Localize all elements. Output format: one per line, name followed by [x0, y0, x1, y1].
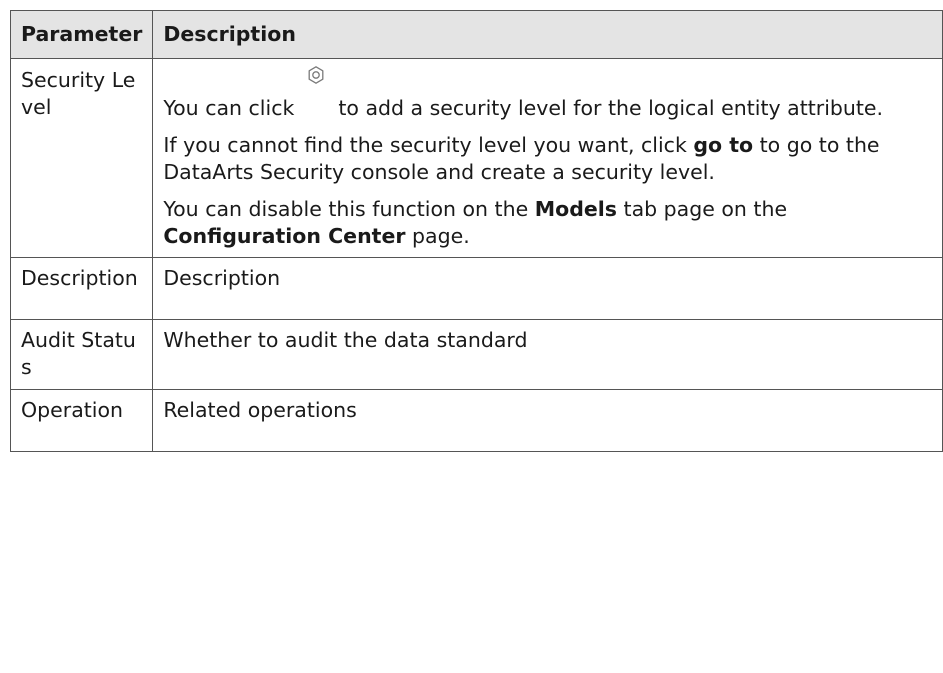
table-row: Security Level You can click to add a sec…: [9, 58, 943, 258]
param-security-level: Security Level: [9, 58, 154, 258]
desc-paragraph: You can disable this function on the Mod…: [163, 196, 932, 250]
gear-icon: [294, 66, 338, 115]
desc-text: If you cannot find the security level yo…: [163, 133, 694, 157]
table-row: Audit Status Whether to audit the data s…: [9, 319, 943, 390]
desc-text: to add a security level for the logical …: [338, 96, 884, 120]
desc-paragraph: If you cannot find the security level yo…: [163, 132, 932, 186]
table-row: Description Description: [9, 257, 943, 320]
desc-security-level: You can click to add a security level for…: [152, 58, 943, 258]
param-operation: Operation: [9, 389, 154, 452]
parameter-table: Parameter Description Security Level You…: [9, 10, 943, 452]
table-header-row: Parameter Description: [9, 10, 943, 59]
desc-text: You can disable this function on the: [163, 197, 535, 221]
param-description: Description: [9, 257, 154, 320]
desc-description: Description: [152, 257, 943, 320]
param-audit-status: Audit Status: [9, 319, 154, 390]
models-keyword: Models: [534, 197, 618, 221]
desc-text: You can click: [163, 96, 295, 120]
configuration-center-keyword: Configuration Center: [163, 224, 406, 248]
go-to-keyword: go to: [693, 133, 754, 157]
desc-paragraph: You can click to add a security level for…: [163, 66, 932, 122]
table-row: Operation Related operations: [9, 389, 943, 452]
desc-text: tab page on the: [617, 197, 788, 221]
header-description: Description: [152, 10, 943, 59]
desc-operation: Related operations: [152, 389, 943, 452]
header-parameter: Parameter: [9, 10, 154, 59]
desc-audit-status: Whether to audit the data standard: [152, 319, 943, 390]
desc-text: page.: [405, 224, 470, 248]
